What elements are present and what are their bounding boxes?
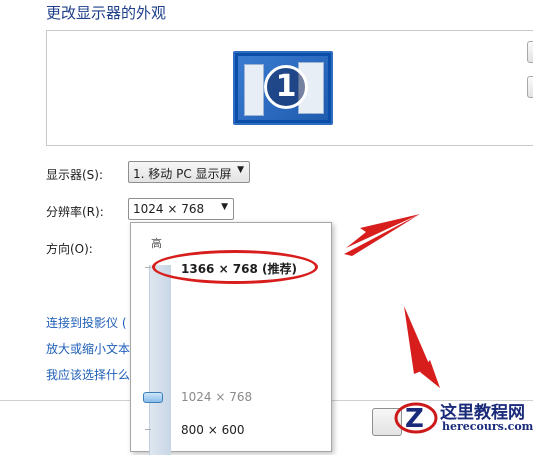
svg-text:Z: Z bbox=[405, 404, 424, 434]
annotation-arrows bbox=[344, 214, 440, 388]
watermark-en-text: herecours.com bbox=[442, 420, 533, 433]
annotation-arrow-right bbox=[346, 214, 420, 248]
logo-globe-icon: Z bbox=[394, 402, 438, 434]
watermark-logo: Z 这里教程网 herecours.com bbox=[372, 394, 533, 440]
